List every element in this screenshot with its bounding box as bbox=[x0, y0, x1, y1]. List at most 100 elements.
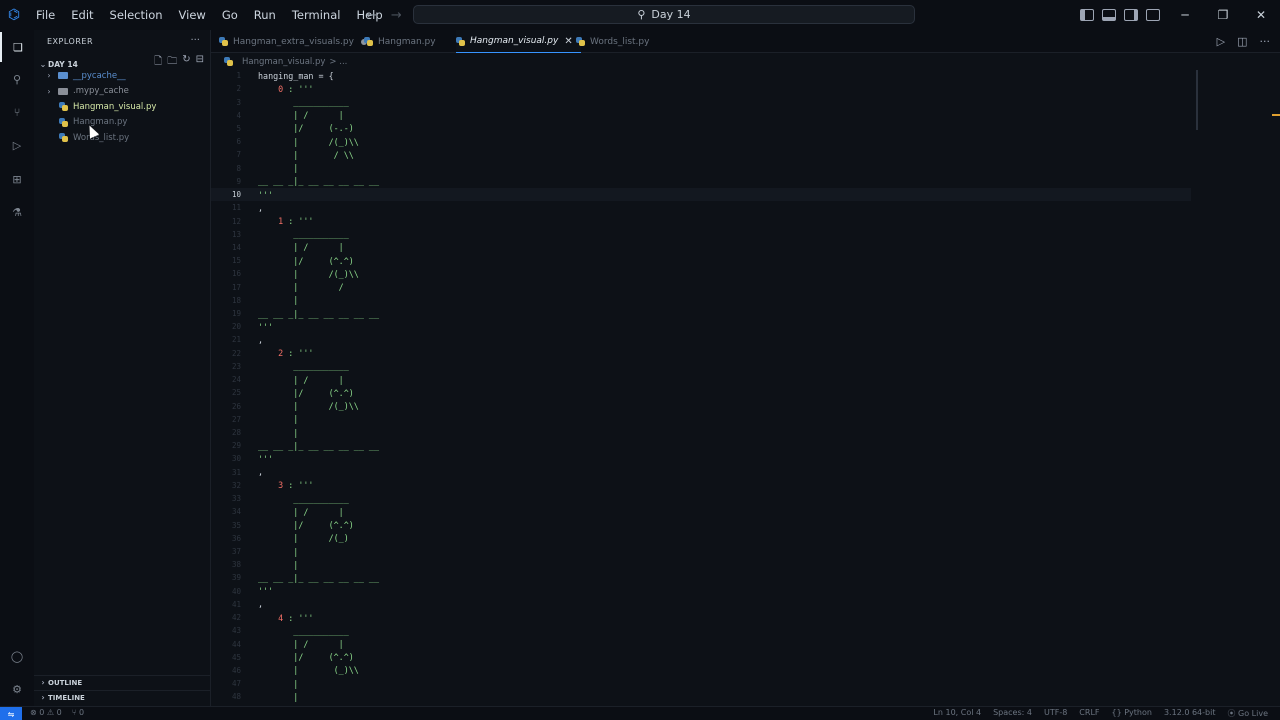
timeline-section[interactable]: › TIMELINE bbox=[34, 690, 211, 704]
python-interpreter[interactable]: 3.12.0 64-bit bbox=[1164, 708, 1216, 719]
line-number: 27 bbox=[231, 414, 241, 424]
tree-folder[interactable]: › __pycache__ bbox=[34, 68, 211, 83]
run-debug-icon[interactable]: ▷ bbox=[0, 130, 34, 160]
code-text: ___________ bbox=[258, 493, 349, 504]
line-number: 19 bbox=[231, 309, 241, 319]
source-control-icon[interactable]: ⑂ bbox=[0, 97, 34, 127]
code-text: | /(_)\\ bbox=[258, 401, 359, 412]
close-window-icon[interactable]: ✕ bbox=[1242, 0, 1280, 30]
menu-terminal[interactable]: Terminal bbox=[284, 0, 349, 30]
toggle-panel-icon[interactable] bbox=[1102, 9, 1116, 21]
search-activity-icon[interactable]: ⚲ bbox=[0, 64, 34, 94]
menu-selection[interactable]: Selection bbox=[102, 0, 171, 30]
customize-layout-icon[interactable] bbox=[1146, 9, 1160, 21]
accounts-icon[interactable]: ◯ bbox=[0, 641, 34, 671]
code-line: 13 ___________ bbox=[211, 228, 1280, 241]
indentation[interactable]: Spaces: 4 bbox=[993, 708, 1032, 719]
code-text: __ __ _|_ __ __ __ __ __ bbox=[258, 308, 380, 319]
go-live-button[interactable]: ⦿ Go Live bbox=[1227, 708, 1268, 719]
code-text: 1 : ''' bbox=[278, 216, 314, 226]
code-text: | bbox=[258, 414, 299, 425]
code-text: , bbox=[258, 599, 264, 610]
toggle-primary-sidebar-icon[interactable] bbox=[1080, 9, 1094, 21]
toggle-secondary-sidebar-icon[interactable] bbox=[1124, 9, 1138, 21]
minimize-icon[interactable]: ─ bbox=[1166, 0, 1204, 30]
code-line: 4 | / | bbox=[211, 109, 1280, 122]
code-line: 22 2 : ''' bbox=[211, 347, 1280, 360]
code-line: 12 1 : ''' bbox=[211, 214, 1280, 227]
tab-hangman-py[interactable]: Hangman.py bbox=[364, 30, 444, 53]
cursor-position[interactable]: Ln 10, Col 4 bbox=[933, 708, 981, 719]
settings-gear-icon[interactable]: ⚙ bbox=[0, 674, 34, 704]
run-python-file-icon[interactable]: ▷ bbox=[1217, 35, 1225, 48]
code-line: 48 | bbox=[211, 690, 1280, 703]
tab-label: Words_list.py bbox=[590, 36, 650, 47]
ports-indicator[interactable]: ⑂ 0 bbox=[72, 708, 84, 717]
explorer-icon[interactable]: ❏ bbox=[0, 32, 34, 62]
restore-icon[interactable]: ❐ bbox=[1204, 0, 1242, 30]
code-editor[interactable]: 1 hanging_man = {2 0 : ''' 3 ___________ 4 … bbox=[211, 68, 1280, 706]
code-text: ''' bbox=[258, 453, 274, 464]
line-number: 15 bbox=[231, 256, 241, 266]
forward-arrow-icon[interactable]: → bbox=[391, 8, 402, 23]
chevron-right-icon: › bbox=[41, 693, 45, 702]
code-line: 20 ''' bbox=[211, 320, 1280, 333]
tab-words-list-py[interactable]: Words_list.py bbox=[576, 30, 657, 53]
testing-flask-icon[interactable]: ⚗ bbox=[0, 197, 34, 227]
code-line: 23 ___________ bbox=[211, 360, 1280, 373]
close-tab-icon[interactable]: ✕ bbox=[564, 36, 572, 47]
search-icon: ⚲ bbox=[637, 8, 646, 21]
menu-run[interactable]: Run bbox=[246, 0, 284, 30]
line-number: 29 bbox=[231, 441, 241, 451]
code-line: 33 ___________ bbox=[211, 492, 1280, 505]
tab-hangman-visual-py[interactable]: Hangman_visual.py ✕ bbox=[456, 30, 581, 53]
breadcrumb-rest[interactable]: > ... bbox=[329, 57, 347, 67]
menu-go[interactable]: Go bbox=[214, 0, 246, 30]
tree-file[interactable]: Hangman.py bbox=[34, 115, 211, 130]
extensions-icon[interactable]: ⊞ bbox=[0, 164, 34, 194]
code-text: | / | bbox=[258, 110, 344, 121]
code-text: __ __ _|_ __ __ __ __ __ bbox=[258, 440, 380, 451]
line-number: 22 bbox=[231, 348, 241, 358]
back-arrow-icon[interactable]: ← bbox=[366, 8, 377, 23]
command-center-search[interactable]: ⚲ Day 14 bbox=[413, 5, 915, 24]
menu-view[interactable]: View bbox=[171, 0, 214, 30]
code-text: | /(_)\\ bbox=[258, 268, 359, 279]
outline-section[interactable]: › OUTLINE bbox=[34, 675, 211, 689]
editor-tabs: ▷ ◫ ··· Hangman_extra_visuals.py Hangman.… bbox=[211, 30, 1280, 53]
layout-controls bbox=[1080, 0, 1160, 30]
tree-file[interactable]: Words_list.py bbox=[34, 130, 211, 145]
menu-edit[interactable]: Edit bbox=[63, 0, 101, 30]
encoding[interactable]: UTF-8 bbox=[1044, 708, 1067, 719]
editor-actions: ▷ ◫ ··· bbox=[1217, 35, 1270, 48]
remote-indicator-icon[interactable]: ⇋ bbox=[0, 707, 22, 720]
line-number: 40 bbox=[231, 586, 241, 596]
code-text: 3 : ''' bbox=[278, 480, 314, 491]
more-actions-icon[interactable]: ··· bbox=[190, 35, 200, 46]
code-line: 30 ''' bbox=[211, 452, 1280, 465]
menu-file[interactable]: File bbox=[28, 0, 63, 30]
code-text: ___________ bbox=[258, 97, 349, 108]
language-mode[interactable]: {} Python bbox=[1112, 708, 1152, 719]
tab-hangman-extra-visuals-py[interactable]: Hangman_extra_visuals.py bbox=[219, 30, 375, 53]
python-file-icon bbox=[576, 37, 585, 46]
code-text: | / | bbox=[258, 639, 344, 650]
code-line: 9 __ __ _|_ __ __ __ __ __ bbox=[211, 175, 1280, 188]
line-number: 17 bbox=[231, 282, 241, 292]
code-line: 6 | /(_)\\ bbox=[211, 135, 1280, 148]
code-text: , bbox=[258, 467, 264, 478]
tree-item-label: Hangman_visual.py bbox=[73, 101, 157, 112]
line-number: 18 bbox=[231, 295, 241, 305]
end-of-line[interactable]: CRLF bbox=[1079, 708, 1099, 719]
line-number: 13 bbox=[231, 229, 241, 239]
code-line: 16 | /(_)\\ bbox=[211, 267, 1280, 280]
breadcrumb-file[interactable]: Hangman_visual.py bbox=[242, 57, 325, 67]
code-text: | / bbox=[258, 282, 344, 293]
tree-file[interactable]: Hangman_visual.py bbox=[34, 99, 211, 114]
split-editor-icon[interactable]: ◫ bbox=[1237, 35, 1247, 48]
tree-folder[interactable]: › .mypy_cache bbox=[34, 84, 211, 99]
code-text: | /(_) bbox=[258, 533, 349, 544]
problems-indicator[interactable]: ⊗ 0 ⚠ 0 bbox=[30, 708, 62, 717]
code-line: 27 | bbox=[211, 413, 1280, 426]
more-actions-icon[interactable]: ··· bbox=[1260, 35, 1271, 48]
